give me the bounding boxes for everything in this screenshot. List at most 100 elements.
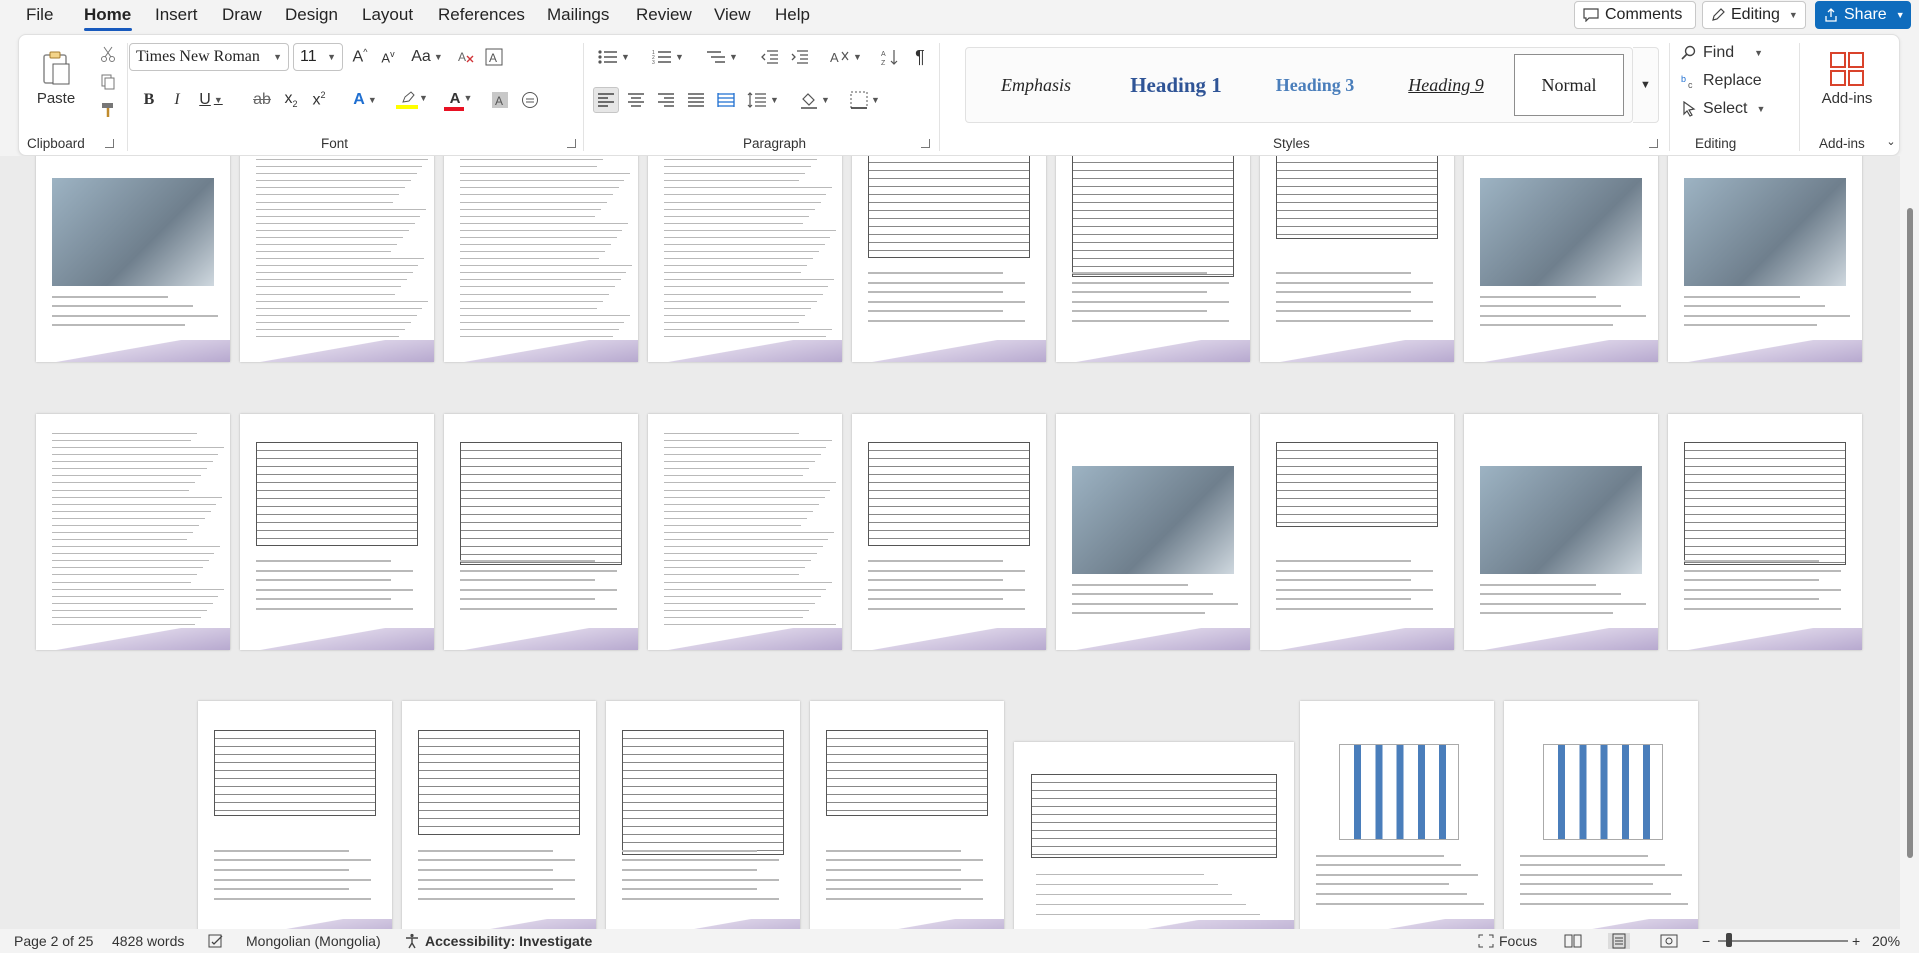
- italic-button[interactable]: I: [165, 87, 189, 113]
- tab-mailings[interactable]: Mailings: [547, 5, 609, 25]
- page-thumbnail[interactable]: [810, 701, 1004, 929]
- page-count[interactable]: Page 2 of 25: [14, 933, 93, 949]
- underline-button[interactable]: U ▼: [193, 87, 229, 113]
- distributed-button[interactable]: [713, 87, 739, 113]
- page-thumbnail[interactable]: [1300, 701, 1494, 929]
- font-dialog-launcher[interactable]: [567, 139, 576, 148]
- styles-more-button[interactable]: ▼: [1633, 47, 1659, 123]
- zoom-slider-thumb[interactable]: [1726, 933, 1732, 947]
- page-thumbnail[interactable]: [36, 156, 230, 362]
- accessibility-checker[interactable]: Accessibility: Investigate: [404, 933, 592, 949]
- style-heading-3[interactable]: Heading 3: [1252, 54, 1378, 116]
- collapse-ribbon-button[interactable]: ⌄: [1883, 133, 1899, 149]
- style-heading-9[interactable]: Heading 9: [1384, 54, 1508, 116]
- zoom-in-button[interactable]: +: [1852, 933, 1860, 949]
- increase-indent-button[interactable]: [787, 43, 813, 71]
- page-thumbnail[interactable]: [1668, 414, 1862, 650]
- text-effects-button[interactable]: A ▼: [345, 87, 385, 113]
- character-shading-button[interactable]: A: [487, 87, 513, 113]
- bullets-button[interactable]: ▼: [593, 43, 635, 71]
- show-formatting-marks-button[interactable]: ¶: [907, 43, 933, 71]
- read-mode-icon[interactable]: [1564, 933, 1582, 949]
- strikethrough-button[interactable]: ab: [249, 87, 275, 113]
- clipboard-dialog-launcher[interactable]: [105, 139, 114, 148]
- tab-review[interactable]: Review: [636, 5, 692, 25]
- align-right-button[interactable]: [653, 87, 679, 113]
- align-center-button[interactable]: [623, 87, 649, 113]
- text-effects-box-button[interactable]: A: [481, 43, 507, 71]
- tab-file[interactable]: File: [26, 5, 53, 25]
- borders-button[interactable]: ▼: [845, 87, 885, 113]
- tab-insert[interactable]: Insert: [155, 5, 198, 25]
- page-thumbnail[interactable]: [1260, 156, 1454, 362]
- page-thumbnail[interactable]: [36, 414, 230, 650]
- shrink-font-button[interactable]: Av: [375, 43, 401, 71]
- grow-font-button[interactable]: A^: [347, 43, 373, 71]
- page-thumbnail[interactable]: [402, 701, 596, 929]
- subscript-button[interactable]: x2: [279, 87, 303, 113]
- page-thumbnail[interactable]: [1504, 701, 1698, 929]
- page-thumbnail[interactable]: [1260, 414, 1454, 650]
- page-thumbnail[interactable]: [852, 414, 1046, 650]
- page-thumbnail[interactable]: [1464, 414, 1658, 650]
- language-indicator[interactable]: Mongolian (Mongolia): [246, 933, 381, 949]
- tab-home[interactable]: Home: [84, 5, 131, 25]
- change-case-button[interactable]: Aa ▼: [407, 43, 447, 71]
- style-heading-1[interactable]: Heading 1: [1106, 54, 1246, 116]
- page-thumbnail[interactable]: [1668, 156, 1862, 362]
- tab-draw[interactable]: Draw: [222, 5, 262, 25]
- scrollbar-thumb[interactable]: [1907, 208, 1913, 858]
- paste-button[interactable]: Paste: [33, 43, 79, 113]
- text-direction-button[interactable]: A ▼: [825, 43, 867, 71]
- page-thumbnail[interactable]: [240, 414, 434, 650]
- page-thumbnail[interactable]: [648, 414, 842, 650]
- page-thumbnail[interactable]: [606, 701, 800, 929]
- styles-dialog-launcher[interactable]: [1649, 139, 1658, 148]
- copy-button[interactable]: [97, 71, 119, 93]
- font-name-combobox[interactable]: Times New Roman ▼: [129, 43, 289, 71]
- comments-button[interactable]: Comments: [1574, 1, 1696, 29]
- tab-help[interactable]: Help: [775, 5, 810, 25]
- focus-mode-button[interactable]: Focus: [1478, 933, 1537, 949]
- clear-formatting-button[interactable]: A: [453, 43, 479, 71]
- numbering-button[interactable]: 1 2 3 ▼: [647, 43, 689, 71]
- tab-layout[interactable]: Layout: [362, 5, 413, 25]
- page-thumbnail-landscape[interactable]: [1014, 742, 1294, 929]
- align-left-button[interactable]: [593, 87, 619, 113]
- enclose-characters-button[interactable]: [517, 87, 543, 113]
- page-thumbnail[interactable]: [1056, 414, 1250, 650]
- format-painter-button[interactable]: [97, 99, 119, 121]
- page-thumbnail[interactable]: [444, 414, 638, 650]
- style-emphasis[interactable]: Emphasis: [972, 54, 1100, 116]
- font-size-combobox[interactable]: 11 ▼: [293, 43, 343, 71]
- tab-references[interactable]: References: [438, 5, 525, 25]
- page-thumbnail[interactable]: [240, 156, 434, 362]
- web-layout-icon[interactable]: [1660, 933, 1678, 949]
- share-button[interactable]: Share ▼: [1815, 1, 1911, 29]
- tab-design[interactable]: Design: [285, 5, 338, 25]
- page-thumbnail[interactable]: [648, 156, 842, 362]
- add-ins-button[interactable]: Add-ins: [1807, 39, 1887, 119]
- justify-button[interactable]: [683, 87, 709, 113]
- editing-mode-button[interactable]: Editing ▼: [1702, 1, 1806, 29]
- paragraph-dialog-launcher[interactable]: [921, 139, 930, 148]
- vertical-scrollbar[interactable]: [1900, 156, 1919, 929]
- font-color-button[interactable]: A ▼: [441, 87, 481, 113]
- select-button[interactable]: Select ▼: [1681, 97, 1791, 121]
- bold-button[interactable]: B: [137, 87, 161, 113]
- highlight-color-button[interactable]: ▼: [393, 87, 435, 113]
- zoom-out-button[interactable]: −: [1702, 933, 1710, 949]
- word-count[interactable]: 4828 words: [112, 933, 184, 949]
- sort-button[interactable]: AZ: [877, 43, 903, 71]
- multilevel-list-button[interactable]: ▼: [701, 43, 743, 71]
- style-normal[interactable]: Normal: [1514, 54, 1624, 116]
- page-thumbnail[interactable]: [444, 156, 638, 362]
- shading-button[interactable]: ▼: [795, 87, 835, 113]
- find-button[interactable]: Find ▼: [1681, 41, 1791, 65]
- replace-button[interactable]: b c Replace: [1681, 69, 1791, 93]
- tab-view[interactable]: View: [714, 5, 751, 25]
- print-layout-icon[interactable]: [1608, 933, 1630, 949]
- zoom-level[interactable]: 20%: [1872, 933, 1900, 949]
- zoom-slider[interactable]: [1718, 940, 1848, 942]
- page-thumbnail[interactable]: [852, 156, 1046, 362]
